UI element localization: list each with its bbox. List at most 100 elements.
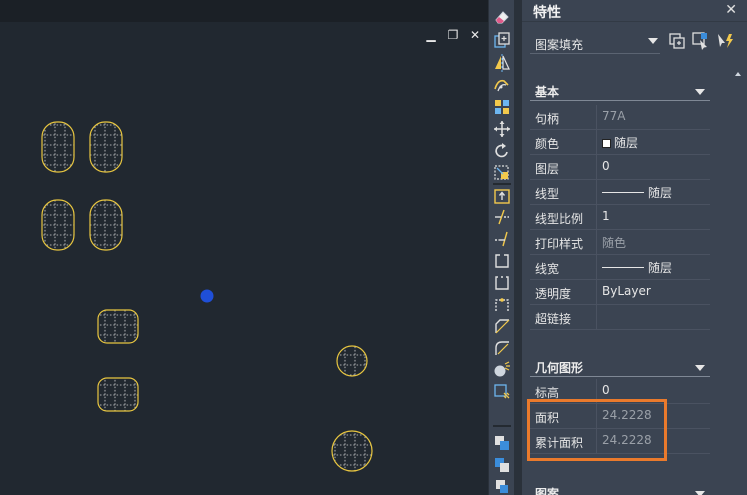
draw-order-above-icon[interactable] (492, 476, 512, 495)
chamfer-icon[interactable] (492, 316, 512, 336)
property-row-color[interactable]: 颜色 随层 (530, 130, 710, 155)
fillet-icon[interactable] (492, 338, 512, 358)
property-row-layer[interactable]: 图层 0 (530, 155, 710, 180)
column-divider (596, 230, 597, 255)
property-value: 1 (602, 209, 610, 223)
mirror-icon[interactable] (492, 53, 512, 73)
hatch-capsule-2[interactable] (89, 121, 123, 173)
property-name: 累计面积 (535, 436, 584, 450)
section-pattern-header[interactable]: 图案 (530, 485, 710, 495)
draw-order-front-icon[interactable] (492, 433, 512, 453)
hatch-capsule-3[interactable] (41, 199, 75, 251)
column-divider (596, 305, 597, 330)
panel-splitter[interactable] (514, 0, 522, 495)
property-row-plot-style[interactable]: 打印样式 随色 (530, 230, 710, 255)
property-value: 随层 (648, 261, 673, 275)
object-type-select[interactable]: 图案填充 (530, 32, 660, 54)
property-value-wrap: 随层 (602, 134, 638, 151)
select-objects-icon[interactable] (691, 31, 711, 51)
property-row-cumulative-area[interactable]: 累计面积 24.2228 (530, 429, 710, 454)
properties-panel: 特性 ✕ 图案填充 基本 句柄 77A 颜色 随层 图层 0 线型 随层 线型比… (522, 0, 747, 495)
property-value: 24.2228 (602, 433, 652, 447)
rotate-icon[interactable] (492, 141, 512, 161)
property-value-wrap: 随层 (602, 184, 672, 201)
scale-icon[interactable] (492, 163, 512, 183)
object-type-value: 图案填充 (535, 38, 584, 52)
property-value: ByLayer (602, 284, 651, 298)
property-name: 透明度 (535, 287, 572, 301)
property-name: 超链接 (535, 312, 572, 326)
property-row-transparency[interactable]: 透明度 ByLayer (530, 280, 710, 305)
blend-icon[interactable] (492, 360, 512, 380)
drawing-canvas[interactable]: ▁ ❐ ✕ (0, 0, 488, 495)
properties-list: 基本 句柄 77A 颜色 随层 图层 0 线型 随层 线型比例 1 打印样式 随… (522, 68, 747, 495)
property-value: 随层 (614, 136, 639, 150)
linetype-sample (602, 192, 644, 193)
break-at-point-icon[interactable] (492, 251, 512, 271)
property-row-elevation[interactable]: 标高 0 (530, 379, 710, 404)
break-icon[interactable] (492, 273, 512, 293)
column-divider (596, 205, 597, 230)
panel-title-bar[interactable]: 特性 ✕ (522, 0, 747, 22)
modify-toolbar (488, 0, 514, 495)
stretch-icon[interactable] (492, 186, 512, 206)
hatch-capsule-4[interactable] (89, 199, 123, 251)
drawing-svg[interactable] (0, 0, 488, 495)
chevron-down-icon[interactable] (695, 89, 705, 95)
property-row-area[interactable]: 面积 24.2228 (530, 404, 710, 429)
array-icon[interactable] (492, 97, 512, 117)
property-name: 图层 (535, 162, 560, 176)
property-name: 标高 (535, 386, 560, 400)
extend-icon[interactable] (492, 229, 512, 249)
property-name: 线型 (535, 187, 560, 201)
section-basic-header[interactable]: 基本 (530, 83, 710, 101)
join-icon[interactable] (492, 295, 512, 315)
hatch-rounded-rect-1[interactable] (97, 309, 139, 344)
chevron-down-icon[interactable] (695, 491, 705, 495)
property-value-wrap: 随层 (602, 259, 672, 276)
selection-grip[interactable] (200, 289, 214, 303)
column-divider (596, 130, 597, 155)
draw-order-back-icon[interactable] (492, 455, 512, 475)
toggle-pickadd-icon[interactable] (667, 31, 687, 51)
hatch-rounded-rect-2[interactable] (97, 377, 139, 412)
trim-icon[interactable] (492, 207, 512, 227)
property-value: 随色 (602, 236, 627, 250)
panel-scrollbar[interactable] (734, 68, 742, 495)
section-pattern-label: 图案 (535, 487, 560, 495)
section-geometry-label: 几何图形 (535, 361, 584, 375)
explode-icon[interactable] (492, 382, 512, 402)
property-name: 面积 (535, 411, 560, 425)
close-icon[interactable]: ✕ (725, 2, 737, 18)
column-divider (596, 180, 597, 205)
column-divider (596, 105, 597, 130)
property-row-handle[interactable]: 句柄 77A (530, 105, 710, 130)
property-row-lineweight[interactable]: 线宽 随层 (530, 255, 710, 280)
hatch-capsule-1[interactable] (41, 121, 75, 173)
property-row-linetype-scale[interactable]: 线型比例 1 (530, 205, 710, 230)
column-divider (596, 429, 597, 454)
section-geometry-header[interactable]: 几何图形 (530, 359, 710, 377)
copy-icon[interactable] (492, 31, 512, 51)
property-value: 0 (602, 383, 610, 397)
hatch-circle-1[interactable] (336, 345, 368, 377)
property-name: 线宽 (535, 262, 560, 276)
property-name: 线型比例 (535, 212, 584, 226)
property-row-linetype[interactable]: 线型 随层 (530, 180, 710, 205)
column-divider (596, 155, 597, 180)
property-row-hyperlink[interactable]: 超链接 (530, 305, 710, 330)
toolbar-separator (493, 183, 511, 185)
eraser-icon[interactable] (492, 7, 512, 27)
offset-icon[interactable] (492, 75, 512, 95)
hatch-circle-2[interactable] (331, 430, 373, 472)
move-icon[interactable] (492, 119, 512, 139)
column-divider (596, 255, 597, 280)
column-divider (596, 379, 597, 404)
property-value: 0 (602, 159, 610, 173)
quick-select-icon[interactable] (715, 31, 735, 51)
chevron-down-icon[interactable] (648, 38, 658, 44)
property-name: 句柄 (535, 112, 560, 126)
panel-title: 特性 (533, 5, 561, 21)
chevron-down-icon[interactable] (695, 365, 705, 371)
property-value: 24.2228 (602, 408, 652, 422)
